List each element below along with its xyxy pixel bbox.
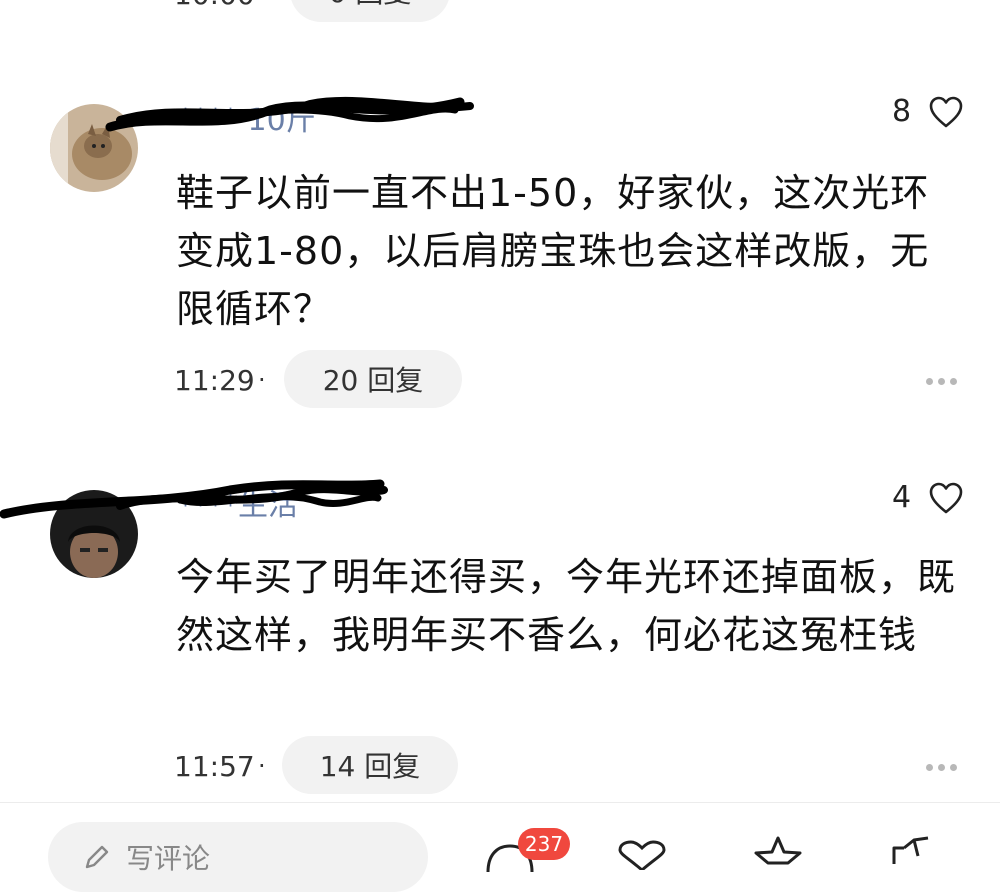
heart-icon[interactable] [928, 95, 964, 129]
like-count: 8 [892, 94, 912, 129]
comment-text: 鞋子以前一直不出1-50，好家伙，这次光环变成1-80，以后肩膀宝珠也会这样改版… [176, 171, 930, 331]
heart-icon[interactable] [614, 840, 670, 870]
avatar[interactable] [50, 104, 138, 192]
star-icon[interactable] [750, 836, 806, 866]
more-options-icon[interactable] [926, 756, 962, 771]
comment-username[interactable]: **** 10斤 [178, 95, 316, 139]
like-count: 4 [892, 480, 912, 515]
previous-reply-button[interactable]: 0 回复 [290, 0, 450, 22]
comment-time: 11:57 [174, 750, 255, 783]
pencil-icon [85, 845, 109, 869]
cat-avatar-image [50, 104, 138, 192]
comment-text: 今年买了明年还得买，今年光环还掉面板，既然这样，我明年买不香么，何必花这冤枉钱 [176, 555, 957, 657]
person-avatar-image [50, 490, 138, 578]
previous-comment-time: 10:00 [174, 0, 255, 11]
comment-username[interactable]: ****生活 [178, 480, 298, 524]
comment-time: 11:29 [174, 364, 255, 397]
comment-input-placeholder: 写评论 [126, 842, 211, 875]
avatar[interactable] [50, 490, 138, 578]
comment-input[interactable]: 写评论 [48, 822, 428, 892]
share-icon[interactable] [884, 834, 940, 864]
comment-count-badge: 237 [518, 828, 570, 860]
more-options-icon[interactable] [926, 370, 962, 385]
reply-button[interactable]: 20 回复 [284, 350, 462, 408]
separator-dot: · [258, 366, 266, 394]
separator-dot: · [258, 752, 266, 780]
heart-icon[interactable] [928, 481, 964, 515]
reply-button[interactable]: 14 回复 [282, 736, 458, 794]
